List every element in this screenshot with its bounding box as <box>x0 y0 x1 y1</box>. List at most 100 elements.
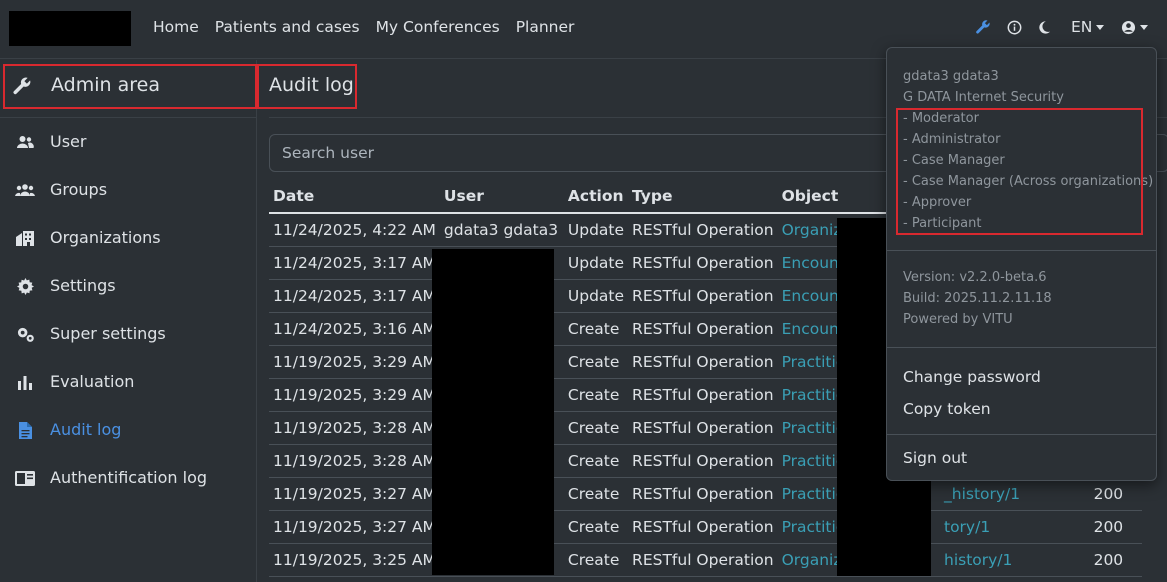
sidebar-item-label: User <box>50 132 87 151</box>
cell-type: RESTful Operation <box>628 213 778 247</box>
user-dropdown-menu: gdata3 gdata3 G DATA Internet Security -… <box>886 47 1157 481</box>
sidebar-item-settings[interactable]: Settings <box>0 266 256 306</box>
role-item: - Case Manager (Across organizations) <box>903 174 1154 189</box>
sidebar-item-label: Evaluation <box>50 372 135 391</box>
cell-object[interactable]: Practition _history/1 <box>777 477 1090 511</box>
page-title: Audit log <box>269 74 354 96</box>
nav-home[interactable]: Home <box>153 16 199 38</box>
cell-action: Update <box>563 213 629 247</box>
sidebar-item-label: Settings <box>50 276 116 295</box>
role-item: - Approver <box>903 195 972 210</box>
table-row[interactable]: 11/19/2025, 3:27 AM Create RESTful Operati… <box>269 510 1142 544</box>
dropdown-divider <box>887 347 1156 348</box>
chevron-down-icon <box>1140 24 1148 30</box>
cell-type: RESTful Operation <box>628 543 778 577</box>
object-link-tail[interactable]: tory/1 <box>944 518 990 536</box>
object-link-tail[interactable]: history/1 <box>944 551 1012 569</box>
admin-sidebar: Admin area User Groups Organizations Set… <box>0 60 257 582</box>
redacted-logo <box>9 11 131 46</box>
cell-type: RESTful Operation <box>628 345 778 379</box>
role-item: - Participant <box>903 216 982 231</box>
info-circle-icon <box>1007 20 1022 34</box>
sidebar-item-groups[interactable]: Groups <box>0 170 256 210</box>
cell-date: 11/19/2025, 3:27 AM <box>269 510 440 544</box>
dropdown-organization: G DATA Internet Security <box>903 90 1064 105</box>
wrench-icon <box>12 76 32 100</box>
build-text: Build: 2025.11.2.11.18 <box>903 291 1052 306</box>
role-item: - Administrator <box>903 132 1001 147</box>
cell-type: RESTful Operation <box>628 411 778 445</box>
language-label: EN <box>1071 18 1093 36</box>
cell-date: 11/19/2025, 3:27 AM <box>269 477 440 511</box>
theme-toggle-button[interactable] <box>1037 16 1051 38</box>
cell-action: Create <box>563 477 629 511</box>
column-header-user[interactable]: User <box>439 179 564 214</box>
nav-planner[interactable]: Planner <box>516 16 575 38</box>
sidebar-item-organizations[interactable]: Organizations <box>0 218 256 258</box>
cell-type: RESTful Operation <box>628 477 778 511</box>
cell-action: Create <box>563 411 629 445</box>
cell-object[interactable]: Organizat history/1 <box>777 543 1090 577</box>
cell-action: Create <box>563 444 629 478</box>
column-header-action[interactable]: Action <box>563 179 629 214</box>
language-dropdown[interactable]: EN <box>1071 16 1105 38</box>
info-button[interactable] <box>1007 16 1022 38</box>
redacted-user-column <box>432 249 554 575</box>
sidebar-item-label: Authentification log <box>50 468 208 487</box>
wrench-icon <box>976 20 990 34</box>
object-link-tail[interactable]: _history/1 <box>944 485 1020 503</box>
version-text: Version: v2.2.0-beta.6 <box>903 270 1047 285</box>
table-row[interactable]: 11/19/2025, 3:25 AM Create RESTful Operati… <box>269 543 1142 577</box>
role-item: - Case Manager <box>903 153 1005 168</box>
user-menu-button[interactable] <box>1121 16 1148 38</box>
cell-action: Update <box>563 279 629 313</box>
sidebar-item-label: Groups <box>50 180 108 199</box>
sidebar-item-label: Organizations <box>50 228 161 247</box>
column-header-type[interactable]: Type <box>628 179 778 214</box>
cell-status: 200 <box>1089 510 1142 544</box>
cell-date: 11/19/2025, 3:25 AM <box>269 543 440 577</box>
table-row[interactable]: 11/19/2025, 3:27 AM Create RESTful Operati… <box>269 477 1142 511</box>
cell-status: 200 <box>1089 543 1142 577</box>
cell-date: 11/24/2025, 3:16 AM <box>269 312 440 346</box>
cell-action: Create <box>563 510 629 544</box>
cell-date: 11/19/2025, 3:29 AM <box>269 378 440 412</box>
organization-icon <box>15 229 35 247</box>
nav-patients-and-cases[interactable]: Patients and cases <box>215 16 360 38</box>
cell-date: 11/19/2025, 3:28 AM <box>269 411 440 445</box>
sidebar-item-authentification-log[interactable]: Authentification log <box>0 458 256 498</box>
copy-token-link[interactable]: Copy token <box>903 400 991 418</box>
cell-action: Create <box>563 378 629 412</box>
user-icon <box>15 133 35 151</box>
cell-object[interactable]: Practition tory/1 <box>777 510 1090 544</box>
cell-type: RESTful Operation <box>628 246 778 280</box>
groups-icon <box>15 181 35 199</box>
main-nav: Home Patients and cases My Conferences P… <box>153 16 574 38</box>
role-item: - Moderator <box>903 111 979 126</box>
column-header-date[interactable]: Date <box>269 179 440 214</box>
admin-area-button[interactable] <box>975 16 991 38</box>
sidebar-item-super-settings[interactable]: Super settings <box>0 314 256 354</box>
dropdown-divider <box>887 434 1156 435</box>
sidebar-item-label: Super settings <box>50 324 166 343</box>
sign-out-link[interactable]: Sign out <box>903 449 967 467</box>
cell-action: Create <box>563 543 629 577</box>
cell-type: RESTful Operation <box>628 378 778 412</box>
dropdown-user-name: gdata3 gdata3 <box>903 69 999 84</box>
cell-date: 11/19/2025, 3:29 AM <box>269 345 440 379</box>
cell-action: Create <box>563 345 629 379</box>
cell-action: Update <box>563 246 629 280</box>
sidebar-item-user[interactable]: User <box>0 122 256 162</box>
change-password-link[interactable]: Change password <box>903 368 1041 386</box>
nav-my-conferences[interactable]: My Conferences <box>376 16 500 38</box>
sidebar-item-audit-log[interactable]: Audit log <box>0 410 256 450</box>
gear-icon <box>15 277 35 295</box>
id-card-icon <box>15 469 35 487</box>
powered-by-text: Powered by VITU <box>903 312 1013 327</box>
cell-status: 200 <box>1089 477 1142 511</box>
dropdown-divider <box>887 250 1156 251</box>
cell-type: RESTful Operation <box>628 510 778 544</box>
sidebar-item-evaluation[interactable]: Evaluation <box>0 362 256 402</box>
sidebar-item-label: Audit log <box>50 420 122 439</box>
moon-icon <box>1039 20 1051 34</box>
